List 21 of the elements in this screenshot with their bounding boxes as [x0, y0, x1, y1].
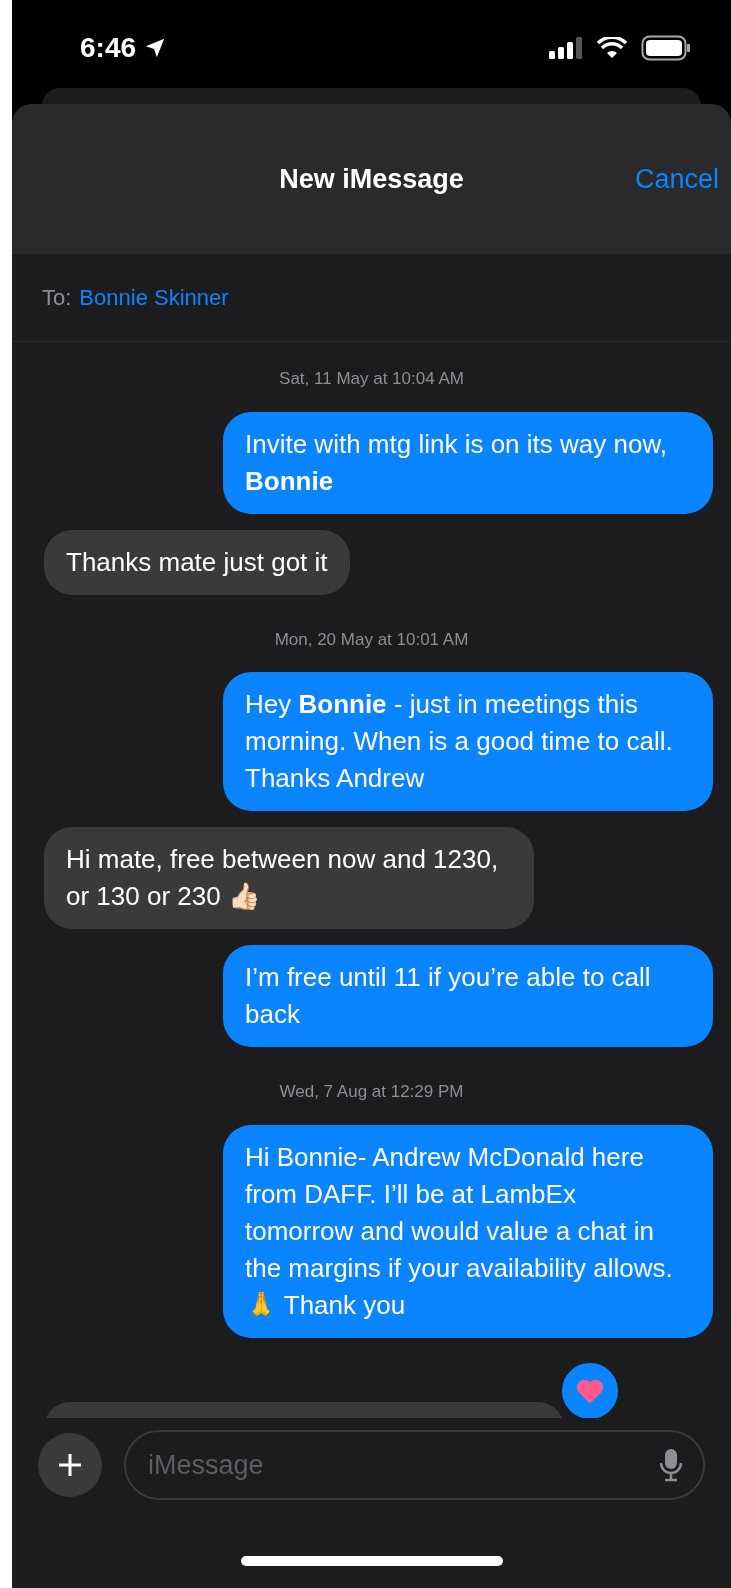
message-bubble: Hey Bonnie - just in meetings this morning. When is a good time to call. Thanks Andrew [223, 672, 713, 811]
message-bubble: Invite with mtg link is on its way now, Bonnie [223, 411, 713, 514]
plus-icon [57, 1452, 83, 1478]
clock-time: 6:46 [80, 31, 137, 65]
battery-icon [641, 35, 691, 61]
recipient-name[interactable]: Bonnie Skinner [79, 281, 229, 314]
timestamp: Mon, 20 May at 10:01 AM [274, 628, 469, 651]
message-bubble: I’m free until 11 if you’re able to call back [223, 945, 713, 1047]
message-bubble: Hi mate, free between now and 1230, or 130 or 230 👍🏻 [44, 827, 534, 929]
wifi-icon [597, 37, 627, 59]
timestamp: Wed, 7 Aug at 12:29 PM [279, 1081, 464, 1103]
location-arrow-icon [144, 37, 167, 59]
signal-icon [549, 37, 583, 59]
sheet-title: New iMessage [279, 162, 464, 196]
message-input[interactable]: iMessage [124, 1430, 705, 1500]
message-bubble: Thanks mate just got it [44, 529, 350, 595]
to-label: To: [42, 284, 72, 312]
message-bubble: Hi Bonnie- Andrew McDonald here from DAFF. I’ll be at LambEx tomorrow and would value a chat in the margins if your availability allows. 🙏 Thank you [223, 1124, 713, 1338]
microphone-icon[interactable] [659, 1448, 683, 1482]
timestamp: Sat, 11 May at 10:04 AM [279, 368, 464, 390]
cancel-button[interactable]: Cancel [634, 158, 719, 200]
